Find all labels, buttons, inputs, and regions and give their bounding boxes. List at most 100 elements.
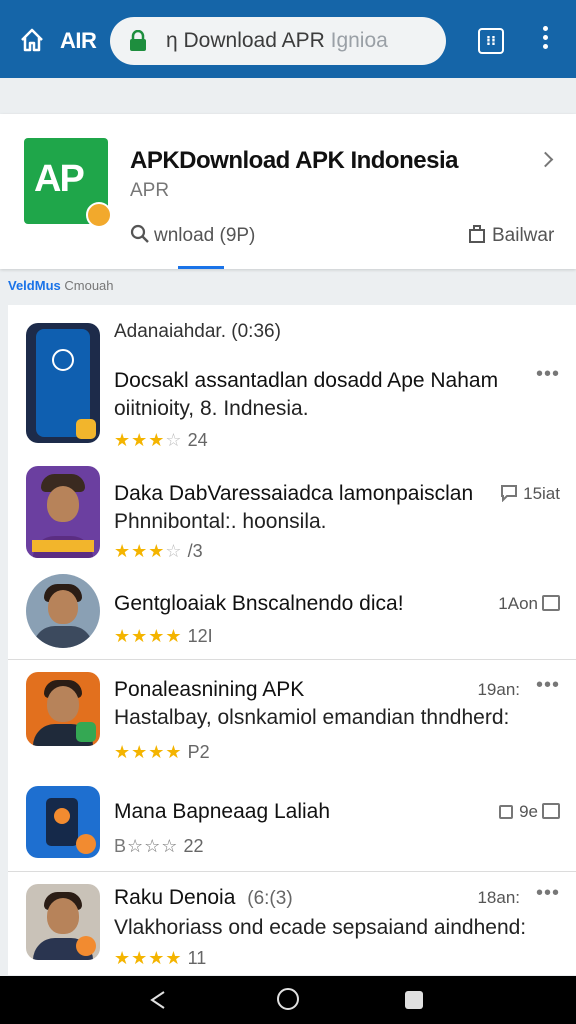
section-label-a[interactable]: VeldMus — [8, 278, 61, 293]
rating-count: 22 — [183, 836, 204, 856]
rating-stars: ★★★ — [114, 430, 166, 450]
url-main: Download APR — [183, 29, 331, 52]
rating-stars: ★★★ — [114, 541, 166, 561]
face-shape — [47, 486, 79, 522]
browser-brand: AIR — [60, 28, 97, 53]
person-avatar-thumb — [26, 884, 100, 960]
list-item[interactable]: Gentgloaiak Bnscalnendo dica! 1Aon ★★★★ … — [8, 568, 576, 660]
rating-count: 11 — [187, 948, 207, 968]
list-item-subtitle: Hastalbay, olsnkamiol emandian thndherd: — [114, 706, 510, 729]
app-thumb — [26, 786, 100, 858]
app-subtitle: APR — [130, 180, 170, 201]
rating-star-off: ☆ — [165, 430, 183, 450]
person-avatar-thumb — [26, 574, 100, 648]
meta-text: 15iat — [523, 484, 560, 503]
tabs-button[interactable]: ⁝⁝ — [478, 28, 504, 54]
list-item[interactable]: Adanaiahdar. (0:36) ••• Docsakl assantad… — [8, 305, 576, 460]
list-item-subtitle: Vlakhoriass ond ecade sepsaiand aindhend… — [114, 916, 527, 939]
more-options-icon[interactable]: ••• — [536, 674, 560, 697]
list-item-subtitle: oiitnioity, 8. Indnesia. — [114, 397, 309, 420]
share-icon — [469, 225, 485, 243]
list-item-title: Raku Denoia (6:(3) — [114, 886, 293, 910]
url-faded: Ignioa — [330, 29, 388, 52]
browser-toolbar: AIR η Download APR Ignioa ⁝⁝ — [0, 0, 576, 78]
list-item[interactable]: Ponaleasnining APK 19an: ••• Hastalbay, … — [8, 660, 576, 770]
list-item-title: Gentgloaiak Bnscalnendo dica! — [114, 592, 404, 615]
person-avatar-thumb — [26, 672, 100, 746]
face-shape — [47, 686, 79, 722]
list-item-title-text: Raku Denoia — [114, 886, 236, 909]
more-options-icon[interactable]: ••• — [536, 363, 560, 386]
rating-star-off: ☆ — [165, 541, 183, 561]
list-item-rating: ★★★★ 11 — [114, 948, 206, 969]
home-icon[interactable] — [18, 26, 46, 54]
rating-stars: ★★★★ — [114, 948, 183, 968]
list-item-meta: 1Aon — [498, 594, 560, 614]
bookmark-icon[interactable] — [499, 805, 514, 819]
face-shape — [47, 898, 79, 934]
list-item-title: Daka DabVaressaiadca lamonpaisclan — [114, 482, 474, 505]
list-item-meta: 18an: — [477, 888, 520, 907]
torso-shape — [33, 626, 93, 648]
phone-screenshot-thumb — [26, 323, 100, 443]
list-item[interactable]: Raku Denoia (6:(3) 18an: ••• Vlakhoriass… — [8, 872, 576, 975]
rating-count: /3 — [187, 541, 203, 561]
search-icon — [130, 224, 149, 243]
system-nav-bar — [0, 976, 576, 1024]
comment-icon — [501, 485, 518, 503]
rating-stars: ★★★★ — [114, 742, 183, 762]
app-logo-badge-icon — [86, 202, 112, 228]
meta-text: 9e — [519, 802, 538, 821]
list-item-title-extra: (6:(3) — [247, 888, 293, 909]
url-text: η Download APR Ignioa — [166, 29, 388, 53]
address-bar[interactable]: η Download APR Ignioa — [110, 17, 446, 65]
app-title: APKDownload APK Indonesia — [130, 147, 458, 174]
list-item-rating: ★★★☆ 24 — [114, 430, 208, 451]
active-tab-indicator — [178, 266, 224, 269]
more-options-icon[interactable]: ••• — [536, 882, 560, 905]
share-button[interactable]: Bailwar — [468, 224, 554, 247]
list-item-title: Docsakl assantadlan dosadd Ape Naham — [114, 369, 499, 392]
share-icon[interactable] — [542, 803, 560, 819]
meta-text: 1Aon — [498, 594, 538, 613]
list-item-rating: ★★★★ P2 — [114, 742, 210, 763]
badge-icon — [76, 419, 96, 439]
face-shape — [48, 590, 78, 624]
list-item-rating: ★★★☆ /3 — [114, 541, 203, 562]
lock-icon — [130, 30, 146, 51]
person-avatar-thumb — [26, 466, 100, 558]
app-icon — [54, 808, 70, 824]
overflow-menu-icon[interactable] — [538, 26, 552, 56]
list-item-rating: B☆☆☆ 22 — [114, 836, 203, 857]
search-download-link[interactable]: wnload (9P) — [130, 224, 255, 247]
search-download-label: wnload (9P) — [154, 225, 256, 246]
list-item-title: Mana Bapneaag Laliah — [114, 800, 331, 823]
back-icon[interactable] — [148, 990, 168, 1010]
list-item[interactable]: Mana Bapneaag Laliah 9e B☆☆☆ 22 — [8, 770, 576, 872]
rating-count: 24 — [187, 430, 208, 450]
rating-stars: B☆☆☆ — [114, 836, 179, 856]
app-logo[interactable]: AP — [24, 138, 112, 228]
list-item-title: Ponaleasnining APK — [114, 678, 305, 701]
banner-shape — [32, 540, 94, 552]
app-list: Adanaiahdar. (0:36) ••• Docsakl assantad… — [8, 305, 576, 975]
app-icon — [52, 349, 74, 371]
list-item[interactable]: Daka DabVaressaiadca lamonpaisclan 15iat… — [8, 460, 576, 568]
list-item-meta: 19an: — [477, 680, 520, 699]
list-item-meta: 15iat — [499, 484, 560, 504]
share-icon[interactable] — [542, 595, 560, 611]
list-item-subtitle: Phnnibontal:. hoonsila. — [114, 510, 327, 533]
rating-count: P2 — [187, 742, 210, 762]
badge-icon — [76, 936, 96, 956]
section-label-b: Cmouah — [64, 278, 114, 293]
rating-stars: ★★★★ — [114, 626, 183, 646]
recents-icon[interactable] — [405, 991, 423, 1009]
app-header-card: AP APKDownload APK Indonesia APR wnload … — [0, 114, 576, 269]
badge-icon — [76, 722, 96, 742]
url-prefix: η — [166, 29, 184, 52]
chevron-right-icon[interactable] — [537, 151, 554, 168]
list-item-meta: 9e — [495, 802, 560, 822]
home-nav-icon[interactable] — [277, 988, 299, 1010]
badge-icon — [76, 834, 96, 854]
list-item-heading: Adanaiahdar. (0:36) — [114, 321, 281, 342]
